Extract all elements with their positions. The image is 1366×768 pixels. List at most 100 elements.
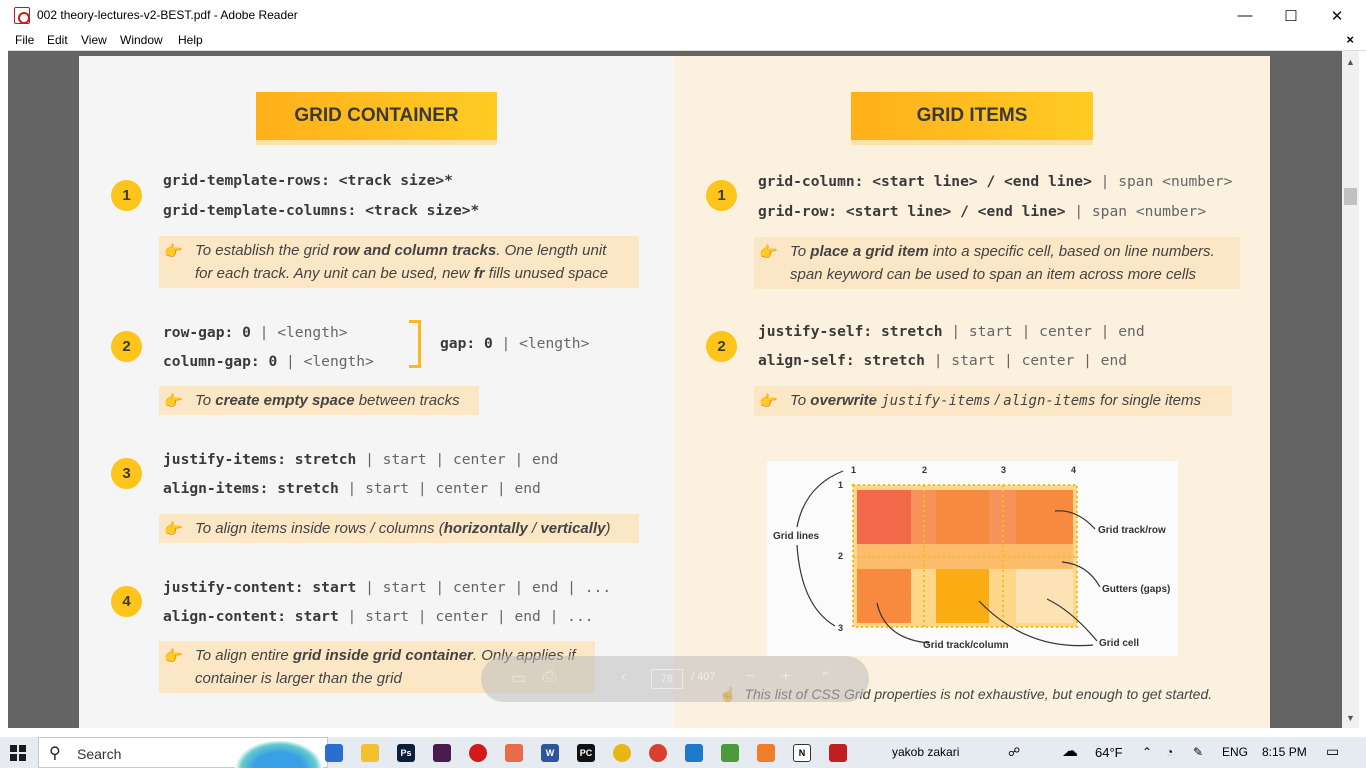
step-number-1: 1 bbox=[111, 180, 142, 211]
notion-icon[interactable]: N bbox=[793, 744, 811, 762]
floating-page-toolbar[interactable]: ▭ ⎙ ‹ 78 / 407 − + ⌃ bbox=[481, 656, 869, 702]
note-box: 👉 To place a grid item into a specific c… bbox=[754, 237, 1240, 289]
file-explorer-icon[interactable] bbox=[361, 744, 379, 762]
grid-cell-highlight bbox=[936, 569, 989, 623]
code-line: align-items: stretch | start | center | … bbox=[163, 480, 541, 497]
code-line: justify-items: stretch | start | center … bbox=[163, 451, 559, 468]
chrome-profile-icon[interactable] bbox=[649, 744, 667, 762]
language-indicator[interactable]: ENG bbox=[1222, 745, 1248, 759]
note-box: 👉 To establish the grid row and column t… bbox=[159, 236, 639, 288]
menu-window[interactable]: Window bbox=[120, 33, 163, 47]
page-number-field[interactable]: 78 bbox=[651, 669, 683, 689]
minimize-button[interactable]: — bbox=[1222, 0, 1268, 31]
label-track-row: Grid track/row bbox=[1098, 525, 1166, 536]
pointing-hand-icon: 👉 bbox=[759, 244, 778, 261]
label-gutters: Gutters (gaps) bbox=[1102, 584, 1170, 595]
app-icon[interactable] bbox=[721, 744, 739, 762]
code-line: justify-content: start | start | center … bbox=[163, 579, 612, 596]
grid-cell bbox=[1016, 569, 1073, 623]
search-highlight-image bbox=[235, 740, 323, 768]
menu-help[interactable]: Help bbox=[178, 33, 203, 47]
code-line: column-gap: 0 | <length> bbox=[163, 353, 374, 370]
grid-container-banner: GRID CONTAINER bbox=[256, 92, 497, 140]
pointing-hand-icon: 👉 bbox=[164, 243, 183, 260]
collapse-toolbar-icon[interactable]: ⌃ bbox=[819, 668, 832, 688]
label-grid-cell: Grid cell bbox=[1099, 638, 1139, 649]
page-total: / 407 bbox=[691, 671, 716, 683]
row-number: 1 bbox=[838, 480, 843, 490]
app-icon[interactable] bbox=[505, 744, 523, 762]
grid-cell bbox=[1016, 490, 1073, 544]
window-left-edge bbox=[0, 0, 8, 740]
code-line: grid-row: <start line> / <end line> | sp… bbox=[758, 203, 1207, 220]
step-number-2: 2 bbox=[706, 331, 737, 362]
grid-items-banner: GRID ITEMS bbox=[851, 92, 1093, 140]
adobe-reader-icon bbox=[14, 7, 30, 24]
grid-diagram-svg: 1 2 3 4 1 2 3 Grid lines Grid track/row … bbox=[773, 465, 1170, 651]
step-number-4: 4 bbox=[111, 586, 142, 617]
code-line: align-content: start | start | center | … bbox=[163, 608, 594, 625]
weather-icon[interactable]: ☁ bbox=[1062, 741, 1078, 761]
window-right-edge bbox=[1359, 51, 1366, 728]
opera-icon[interactable] bbox=[469, 744, 487, 762]
zoom-in-icon[interactable]: + bbox=[781, 668, 790, 686]
grid-cell bbox=[857, 569, 911, 623]
step-number-3: 3 bbox=[111, 458, 142, 489]
close-button[interactable]: ✕ bbox=[1314, 0, 1360, 31]
store-icon[interactable] bbox=[325, 744, 343, 762]
close-document-button[interactable]: × bbox=[1346, 32, 1354, 47]
pointing-hand-icon: 👉 bbox=[164, 521, 183, 538]
title-bar: 002 theory-lectures-v2-BEST.pdf - Adobe … bbox=[0, 0, 1366, 31]
clock[interactable]: 8:15 PM bbox=[1262, 745, 1307, 759]
scroll-thumb[interactable] bbox=[1344, 188, 1357, 205]
weather-temp[interactable]: 64°F bbox=[1095, 745, 1123, 760]
pycharm-icon[interactable]: PC bbox=[577, 744, 595, 762]
search-icon: ⚲ bbox=[49, 745, 61, 762]
bracket-divider bbox=[409, 320, 421, 368]
zoom-out-icon[interactable]: − bbox=[746, 668, 755, 686]
code-line: grid-template-columns: <track size>* bbox=[163, 202, 480, 219]
step-number-2: 2 bbox=[111, 331, 142, 362]
search-placeholder: Search bbox=[77, 746, 122, 762]
code-line: align-self: stretch | start | center | e… bbox=[758, 352, 1128, 369]
chrome-icon[interactable] bbox=[613, 744, 631, 762]
scroll-down-arrow-icon[interactable]: ▼ bbox=[1346, 713, 1355, 723]
label-track-column: Grid track/column bbox=[923, 640, 1009, 651]
print-icon[interactable]: ⎙ bbox=[543, 668, 556, 686]
notifications-icon[interactable]: ▭ bbox=[1326, 743, 1339, 760]
pointing-hand-icon: 👉 bbox=[759, 393, 778, 410]
slack-icon[interactable] bbox=[433, 744, 451, 762]
acrobat-icon[interactable] bbox=[829, 744, 847, 762]
word-icon[interactable]: W bbox=[541, 744, 559, 762]
menu-edit[interactable]: Edit bbox=[47, 33, 68, 47]
vscode-icon[interactable] bbox=[685, 744, 703, 762]
vertical-scrollbar[interactable]: ▲ ▼ bbox=[1342, 51, 1359, 728]
pointing-hand-icon: 👉 bbox=[164, 393, 183, 410]
wifi-icon[interactable]: ◔ bbox=[1166, 745, 1173, 759]
menu-view[interactable]: View bbox=[81, 33, 107, 47]
row-number: 2 bbox=[838, 551, 843, 561]
col-number: 2 bbox=[922, 465, 927, 475]
prev-page-icon[interactable]: ‹ bbox=[621, 668, 626, 686]
photoshop-icon[interactable]: Ps bbox=[397, 744, 415, 762]
pointing-hand-icon: 👉 bbox=[164, 648, 183, 665]
taskbar: ⚲ Search Ps W PC N yakob zakari ☍ ☁ 64°F… bbox=[0, 737, 1366, 768]
user-name[interactable]: yakob zakari bbox=[892, 745, 959, 759]
code-line: row-gap: 0 | <length> bbox=[163, 324, 348, 341]
scroll-up-arrow-icon[interactable]: ▲ bbox=[1346, 57, 1355, 67]
pen-icon[interactable]: ✎ bbox=[1193, 745, 1203, 759]
chevron-up-icon[interactable]: ⌃ bbox=[1142, 745, 1152, 759]
window-title: 002 theory-lectures-v2-BEST.pdf - Adobe … bbox=[37, 8, 298, 22]
people-icon[interactable]: ☍ bbox=[1008, 745, 1020, 759]
grid-diagram: 1 2 3 4 1 2 3 Grid lines Grid track/row … bbox=[767, 461, 1178, 656]
document-viewer[interactable]: GRID CONTAINER 1 grid-template-rows: <tr… bbox=[8, 51, 1342, 728]
taskbar-search-box[interactable]: ⚲ Search bbox=[38, 737, 328, 768]
maximize-button[interactable]: ☐ bbox=[1268, 0, 1314, 31]
xampp-icon[interactable] bbox=[757, 744, 775, 762]
grid-cell bbox=[857, 490, 911, 544]
windows-start-icon[interactable] bbox=[10, 745, 26, 761]
arrow bbox=[796, 544, 836, 627]
menu-file[interactable]: File bbox=[15, 33, 34, 47]
code-line: gap: 0 | <length> bbox=[440, 335, 590, 352]
save-icon[interactable]: ▭ bbox=[511, 668, 526, 688]
